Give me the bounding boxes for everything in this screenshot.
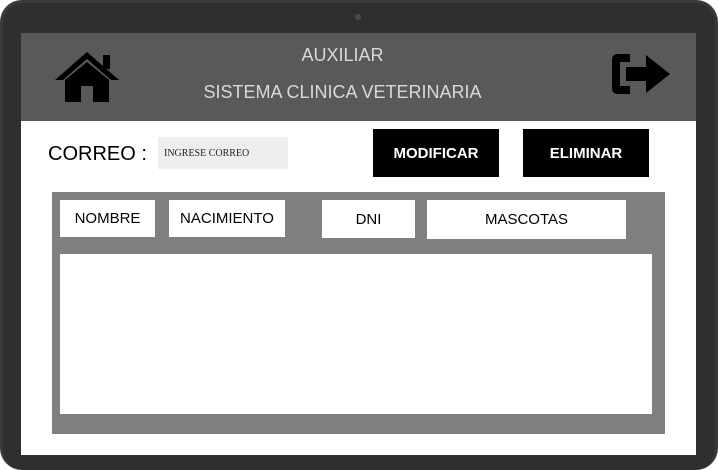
correo-input[interactable] bbox=[158, 137, 288, 169]
column-header-dni: DNI bbox=[322, 200, 415, 238]
app-title: AUXILIAR bbox=[301, 45, 384, 65]
camera-dot bbox=[355, 14, 361, 20]
column-header-nombre: NOMBRE bbox=[60, 200, 155, 237]
results-panel: NOMBRE NACIMIENTO DNI MASCOTAS bbox=[52, 192, 665, 434]
column-header-mascotas: MASCOTAS bbox=[427, 200, 626, 239]
correo-label: CORREO : bbox=[48, 143, 147, 165]
logout-icon[interactable] bbox=[610, 50, 672, 98]
app-subtitle: SISTEMA CLINICA VETERINARIA bbox=[203, 82, 482, 102]
modify-button[interactable]: MODIFICAR bbox=[373, 129, 499, 177]
delete-button[interactable]: ELIMINAR bbox=[523, 129, 649, 177]
results-table-body[interactable] bbox=[60, 254, 652, 414]
column-header-nacimiento: NACIMIENTO bbox=[169, 200, 285, 237]
device-frame: AUXILIAR SISTEMA CLINICA VETERINARIA COR… bbox=[0, 0, 718, 470]
app-screen: AUXILIAR SISTEMA CLINICA VETERINARIA COR… bbox=[21, 33, 696, 455]
app-header: AUXILIAR SISTEMA CLINICA VETERINARIA bbox=[21, 33, 696, 121]
